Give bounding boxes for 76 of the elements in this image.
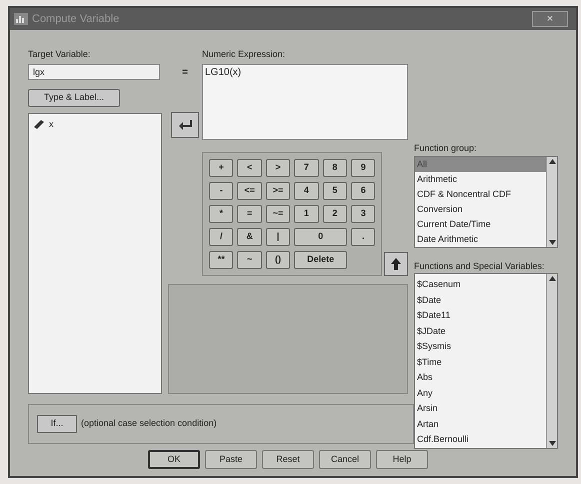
insert-up-button[interactable]	[384, 252, 408, 276]
list-item[interactable]: Arithmetic	[415, 172, 546, 186]
keypad-key[interactable]: 5	[322, 182, 348, 200]
keypad-key[interactable]: >=	[266, 182, 290, 200]
scroll-up-icon[interactable]	[548, 158, 556, 164]
field-label: Numeric Expression:	[202, 48, 286, 61]
scroll-up-icon[interactable]	[548, 276, 556, 281]
if-button[interactable]: If...	[37, 415, 77, 433]
keypad-key[interactable]: 8	[322, 158, 348, 176]
keypad-key[interactable]: 3	[351, 204, 376, 222]
function-group-list[interactable]: All Arithmetic CDF & Noncentral CDF Conversion Current Date/Time Date Arithmetic	[414, 156, 558, 248]
close-button[interactable]: ×	[532, 11, 568, 27]
list-label: Function group:	[414, 142, 478, 155]
list-item[interactable]: Current Date/Time	[415, 216, 546, 232]
app-icon	[14, 13, 28, 25]
expression-field[interactable]: LG10(x)	[202, 64, 408, 140]
arrow-icon	[178, 119, 192, 131]
scroll-down-icon[interactable]	[548, 440, 556, 446]
dialog-button[interactable]: Help	[376, 450, 428, 469]
keypad-key[interactable]: *	[209, 204, 234, 222]
dialog-button[interactable]: Reset	[262, 450, 314, 469]
list-item[interactable]: Artan	[415, 416, 546, 432]
list-item[interactable]: Date Arithmetic	[415, 232, 546, 246]
up-arrow-icon	[391, 258, 402, 270]
list-item[interactable]: $Sysmis	[415, 339, 546, 354]
keypad-key[interactable]: 1	[294, 204, 319, 222]
function-list[interactable]: $Casenum $Date $Date11 $JDate $Sysmis $Time Abs Any Arsin Artan Cdf.Bernoulli	[414, 273, 558, 448]
field-label: Target Variable:	[28, 48, 92, 61]
list-item[interactable]: Any	[415, 386, 546, 401]
keypad-key[interactable]: &	[237, 228, 262, 246]
keypad-key[interactable]: ()	[266, 250, 290, 268]
variable-item[interactable]: x	[49, 118, 54, 131]
dialog-button[interactable]: OK	[148, 450, 200, 469]
list-item[interactable]: CDF & Noncentral CDF	[415, 186, 546, 202]
keypad-key[interactable]: |	[266, 228, 290, 246]
type-label-button[interactable]: Type & Label...	[28, 88, 120, 106]
list-item[interactable]: $Date	[415, 292, 546, 308]
keypad-key[interactable]: /	[209, 228, 234, 246]
list-item[interactable]: $Time	[415, 354, 546, 370]
target-variable-field[interactable]: lgx	[28, 64, 160, 80]
list-label: Functions and Special Variables:	[414, 260, 546, 273]
list-item[interactable]: Arsin	[415, 401, 546, 416]
dialog-button[interactable]: Paste	[205, 450, 257, 469]
keypad-key[interactable]: 2	[322, 204, 348, 222]
keypad-key[interactable]: ~=	[266, 204, 290, 222]
move-arrow-button[interactable]	[171, 112, 199, 138]
list-item[interactable]: Cdf.Bernoulli	[415, 432, 546, 448]
keypad-key[interactable]: <	[237, 158, 262, 176]
keypad-key[interactable]: ~	[237, 250, 262, 268]
keypad-key[interactable]: =	[237, 204, 262, 222]
list-item[interactable]: $Casenum	[415, 277, 546, 292]
keypad-key[interactable]: 6	[351, 182, 376, 200]
condition-hint: (optional case selection condition)	[81, 417, 217, 430]
dialog-button[interactable]: Cancel	[319, 450, 371, 469]
keypad-key[interactable]: **	[209, 250, 234, 268]
window-title: Compute Variable	[32, 12, 120, 27]
variable-list[interactable]: x	[28, 112, 162, 394]
keypad-key[interactable]: .	[351, 228, 376, 246]
list-item[interactable]: $Date11	[415, 308, 546, 324]
keypad-key[interactable]: <=	[237, 182, 262, 200]
scrollbar[interactable]	[546, 156, 557, 246]
keypad-key[interactable]: >	[266, 158, 290, 176]
list-item[interactable]: Conversion	[415, 202, 546, 216]
keypad-key[interactable]: +	[209, 158, 234, 176]
equals-sign: =	[182, 66, 188, 80]
keypad-key[interactable]: Delete	[294, 250, 348, 268]
keypad-key[interactable]: 7	[294, 158, 319, 176]
keypad-key[interactable]: 4	[294, 182, 319, 200]
list-item[interactable]: $JDate	[415, 324, 546, 339]
keypad-key[interactable]: -	[209, 182, 234, 200]
list-item[interactable]: Abs	[415, 370, 546, 386]
keypad-key[interactable]: 9	[351, 158, 376, 176]
scroll-down-icon[interactable]	[548, 240, 556, 244]
keypad-key[interactable]: 0	[294, 228, 348, 246]
scrollbar[interactable]	[546, 274, 557, 448]
ruler-icon	[33, 119, 45, 130]
